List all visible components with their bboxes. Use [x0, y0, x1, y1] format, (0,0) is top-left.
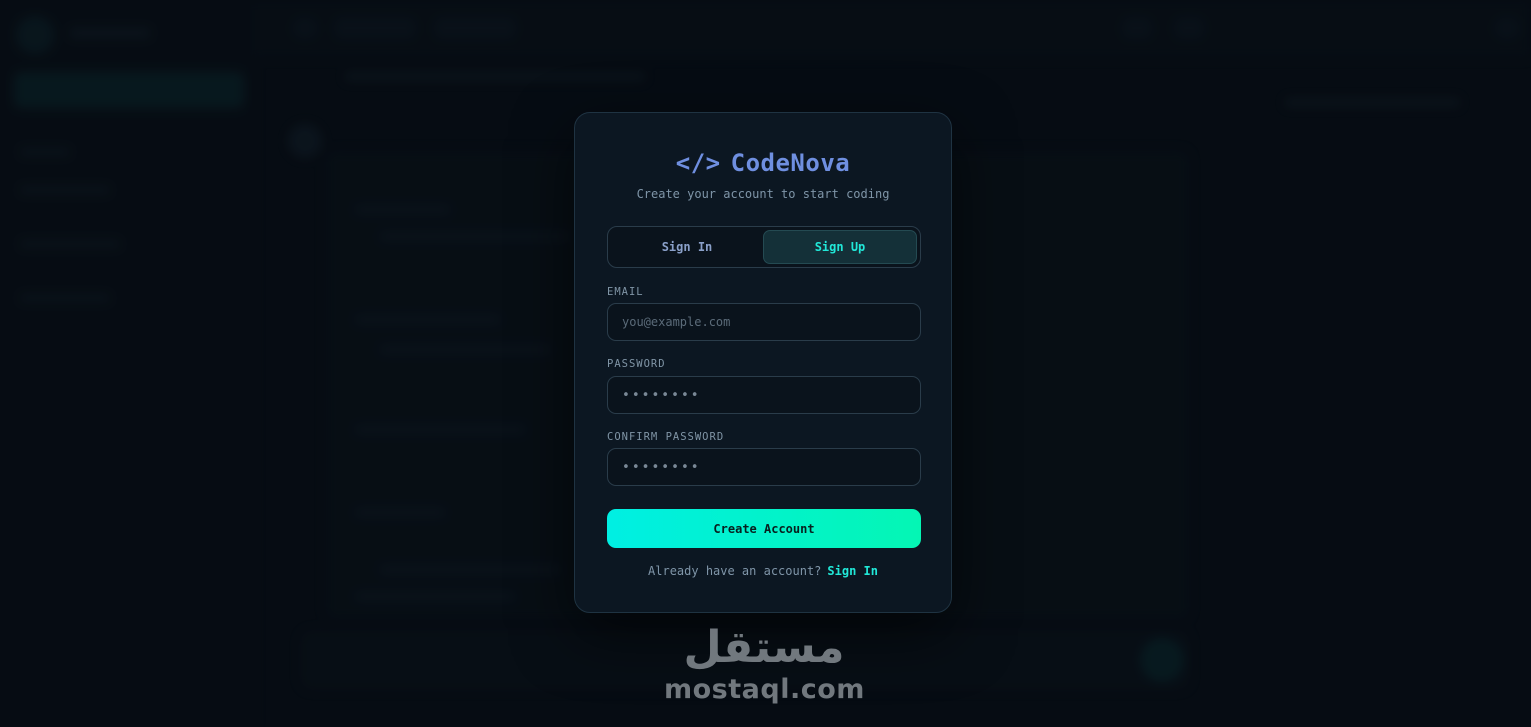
confirm-password-field[interactable] [607, 448, 921, 486]
create-account-button[interactable]: Create Account [607, 509, 921, 548]
email-field[interactable] [607, 303, 921, 341]
confirm-password-label: CONFIRM PASSWORD [607, 431, 725, 443]
tab-sign-up[interactable]: Sign Up [763, 230, 917, 264]
password-label: PASSWORD [607, 358, 666, 370]
auth-modal: </> CodeNova Create your account to start… [574, 112, 952, 613]
app-window: </> CodeNova Create your account to start… [0, 0, 1531, 727]
tab-sign-in[interactable]: Sign In [611, 230, 763, 264]
footer-text: Already have an account? [648, 564, 822, 578]
auth-footer: Already have an account? Sign In [575, 564, 951, 578]
auth-tabs: Sign In Sign Up [607, 226, 921, 268]
brand-name: CodeNova [730, 149, 851, 177]
code-brackets-icon: </> [675, 149, 721, 177]
watermark-latin: mostaql.com [664, 674, 865, 705]
mostaql-watermark: مستقل mostaql.com [664, 622, 864, 706]
watermark-arabic: مستقل [683, 622, 845, 673]
auth-subtitle: Create your account to start coding [636, 187, 890, 201]
brand-logo: </> CodeNova [575, 149, 951, 177]
email-label: EMAIL [607, 286, 644, 298]
password-field[interactable] [607, 376, 921, 414]
sign-in-link[interactable]: Sign In [827, 564, 878, 578]
